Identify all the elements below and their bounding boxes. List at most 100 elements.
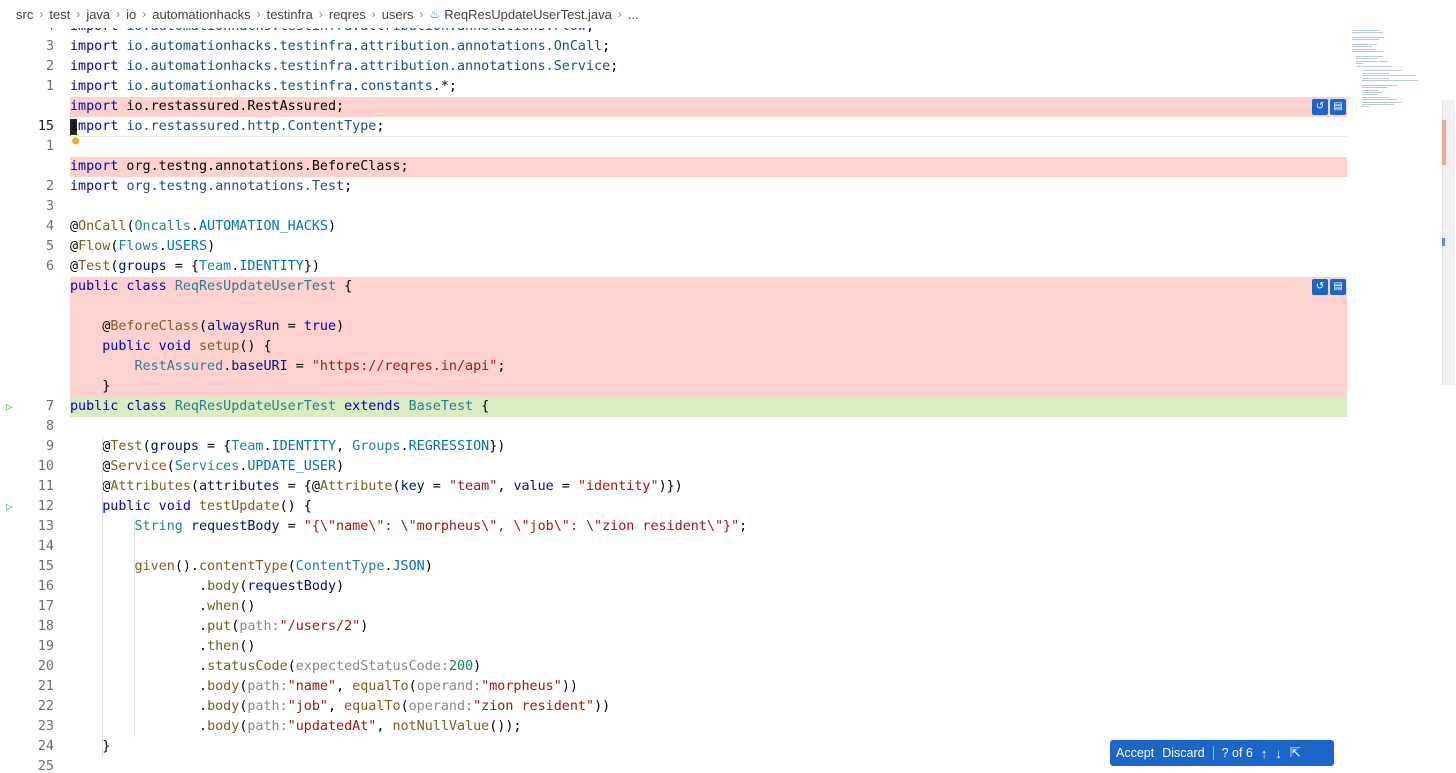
minimap-line [1362,106,1370,108]
line-number: 3 [45,199,54,214]
code-line[interactable]: 17 .when() [0,597,1440,617]
code-line[interactable]: import org.testng.annotations.BeforeClas… [0,157,1440,177]
code-line[interactable]: 11 @Attributes(attributes = {@Attribute(… [0,477,1440,497]
code-text: @Test(groups = {Team.IDENTITY, Groups.RE… [70,439,506,454]
code-text: .statusCode(expectedStatusCode:200) [70,659,482,674]
minimap-line [1356,58,1378,60]
code-line[interactable]: 1 import io.automationhacks.testinfra.con… [0,77,1440,97]
code-text: } [70,379,111,394]
breadcrumb-item[interactable]: io [126,7,136,22]
copy-hunk-icon[interactable]: ▤ [1330,279,1346,295]
code-editor[interactable]: 4 import io.automationhacks.testinfra.att… [0,17,1456,773]
revert-hunk-icon[interactable]: ↺ [1312,99,1328,115]
code-line[interactable]: 9 @Test(groups = {Team.IDENTITY, Groups.… [0,437,1440,457]
line-number: 9 [45,439,54,454]
code-line[interactable]: import io.restassured.RestAssured; [0,97,1440,117]
code-line[interactable]: public void setup() { [0,337,1440,357]
code-line[interactable]: 3 [0,197,1440,217]
code-line[interactable]: @BeforeClass(alwaysRun = true) [0,317,1440,337]
code-line[interactable]: 3 import io.automationhacks.testinfra.att… [0,37,1440,57]
copy-hunk-icon[interactable]: ▤ [1330,99,1346,115]
minimap-line [1356,60,1389,62]
breadcrumb-item[interactable]: reqres [329,7,366,22]
code-text: public class ReqResUpdateUserTest extend… [70,399,490,414]
code-line[interactable]: 20 .statusCode(expectedStatusCode:200) [0,657,1440,677]
code-line[interactable]: 5 @Flow(Flows.USERS) [0,237,1440,257]
code-line[interactable]: 2 import io.automationhacks.testinfra.att… [0,57,1440,77]
code-text: import io.restassured.RestAssured; [70,99,345,114]
code-line[interactable]: 15 given().contentType(ContentType.JSON) [0,557,1440,577]
line-number: 2 [45,179,54,194]
run-test-icon[interactable]: ▷ [6,397,18,413]
code-line[interactable]: 14 [0,537,1440,557]
breadcrumb-item[interactable]: automationhacks [152,7,250,22]
code-line[interactable]: 16 .body(requestBody) [0,577,1440,597]
code-line[interactable]: 6 @Test(groups = {Team.IDENTITY}) [0,257,1440,277]
code-line[interactable]: 23 .body(path:"updatedAt", notNullValue(… [0,717,1440,737]
line-number: 21 [37,679,54,694]
code-line[interactable]: 19 .then() [0,637,1440,657]
breadcrumb-item[interactable]: ... [628,7,639,22]
code-line[interactable]: 2 import org.testng.annotations.Test; [0,177,1440,197]
breadcrumb-item[interactable]: test [49,7,70,22]
indent-guide [102,437,103,757]
accept-button[interactable]: Accept [1116,746,1154,760]
code-text: public class ReqResUpdateUserTest { [70,279,353,294]
line-number: 10 [37,459,54,474]
line-number: 24 [37,739,54,754]
code-line[interactable]: 12 ▷ public void testUpdate() { [0,497,1440,517]
code-line[interactable]: 7 ▷ public class ReqResUpdateUserTest exte… [0,397,1440,417]
code-line[interactable]: 18 .put(path:"/users/2") [0,617,1440,637]
minimap-line [1362,92,1382,93]
code-line[interactable]: 22 .body(path:"job", equalTo(operand:"zi… [0,697,1440,717]
minimap-line [1352,29,1379,31]
code-line[interactable]: public class ReqResUpdateUserTest { [0,277,1440,297]
code-text: given().contentType(ContentType.JSON) [134,559,433,574]
line-number: 6 [45,259,54,274]
revert-hunk-icon[interactable]: ↺ [1312,279,1328,295]
code-line[interactable]: 8 [0,417,1440,437]
code-line[interactable]: 10 @Service(Services.UPDATE_USER) [0,457,1440,477]
line-number: 2 [45,59,54,74]
code-line[interactable]: RestAssured.baseURI = "https://reqres.in… [0,357,1440,377]
minimap-line [1356,63,1364,65]
code-line[interactable]: 4 @OnCall(Oncalls.AUTOMATION_HACKS) [0,217,1440,237]
toolbar-divider [1212,746,1214,760]
code-line[interactable]: 21 .body(path:"name", equalTo(operand:"m… [0,677,1440,697]
next-change-icon[interactable]: ↓ [1275,746,1282,761]
discard-button[interactable]: Discard [1162,746,1204,760]
minimap-line [1352,36,1385,38]
scrollbar-cursor-marker [1442,238,1445,246]
previous-change-icon[interactable]: ↑ [1261,746,1268,761]
breadcrumb-separator-icon: › [256,7,261,21]
breadcrumb-item[interactable]: users [382,7,414,22]
breadcrumb-item[interactable]: testinfra [267,7,313,22]
breadcrumb-item[interactable]: java [86,7,110,22]
lightbulb-icon[interactable]: ● [72,133,79,147]
code-text: RestAssured.baseURI = "https://reqres.in… [134,359,506,374]
line-number: 25 [37,759,54,773]
code-text: .put(path:"/users/2") [70,619,369,634]
minimap-line [1352,46,1372,48]
line-number: 20 [37,659,54,674]
minimap-line [1362,84,1398,86]
breadcrumb-item[interactable]: src [16,7,33,22]
code-line[interactable]: 15 import io.restassured.http.ContentType… [0,117,1440,137]
minimap-line [1352,51,1383,53]
code-line[interactable]: } [0,377,1440,397]
line-number: 1 [45,79,54,94]
breadcrumb-item[interactable]: ReqResUpdateUserTest.java [444,7,612,22]
line-number: 15 [37,119,54,134]
open-diff-icon[interactable]: ⇱ [1290,745,1301,761]
code-line[interactable]: 1 [0,137,1440,157]
line-number: 17 [37,599,54,614]
code-line[interactable] [0,297,1440,317]
code-text: public void testUpdate() { [102,499,312,514]
minimap-line [1352,44,1378,45]
minimap[interactable] [1350,20,1430,120]
minimap-line [1352,48,1376,50]
code-line[interactable]: 13 String requestBody = "{\"name\": \"mo… [0,517,1440,537]
run-test-icon[interactable]: ▷ [6,497,18,513]
current-line-border [70,136,1347,137]
line-number: 1 [45,139,54,154]
